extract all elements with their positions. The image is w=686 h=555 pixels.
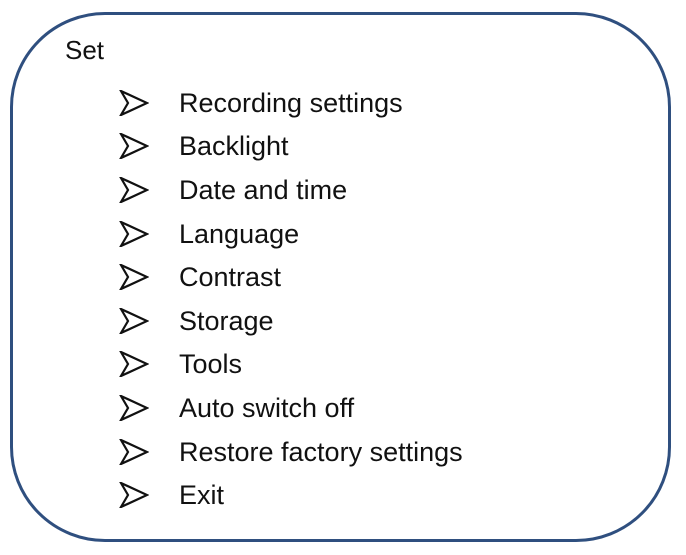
arrowhead-bullet-icon: [119, 264, 149, 291]
menu-item-recording-settings[interactable]: Recording settings: [119, 81, 463, 125]
arrowhead-bullet-icon: [119, 89, 149, 116]
arrowhead-bullet-icon: [119, 307, 149, 334]
arrowhead-bullet-icon: [119, 482, 149, 509]
arrowhead-bullet-icon: [119, 176, 149, 203]
menu-item-label: Date and time: [179, 174, 348, 205]
settings-menu-list: Recording settings Backlight Date and ti…: [119, 81, 463, 517]
menu-item-label: Storage: [179, 305, 274, 336]
menu-item-label: Auto switch off: [179, 392, 355, 423]
menu-item-contrast[interactable]: Contrast: [119, 255, 463, 299]
arrowhead-bullet-icon: [119, 394, 149, 421]
menu-item-date-and-time[interactable]: Date and time: [119, 168, 463, 212]
menu-item-label: Restore factory settings: [179, 436, 463, 467]
menu-item-auto-switch-off[interactable]: Auto switch off: [119, 386, 463, 430]
arrowhead-bullet-icon: [119, 351, 149, 378]
menu-item-label: Exit: [179, 480, 225, 511]
menu-item-label: Tools: [179, 349, 243, 380]
menu-item-tools[interactable]: Tools: [119, 343, 463, 387]
menu-item-storage[interactable]: Storage: [119, 299, 463, 343]
menu-item-backlight[interactable]: Backlight: [119, 125, 463, 169]
menu-item-language[interactable]: Language: [119, 212, 463, 256]
menu-item-label: Recording settings: [179, 87, 403, 118]
arrowhead-bullet-icon: [119, 133, 149, 160]
menu-title: Set: [65, 35, 105, 65]
settings-menu-panel: Set Recording settings Backlight Date an…: [10, 12, 671, 542]
arrowhead-bullet-icon: [119, 220, 149, 247]
arrowhead-bullet-icon: [119, 438, 149, 465]
menu-item-label: Language: [179, 218, 300, 249]
menu-item-restore-factory-settings[interactable]: Restore factory settings: [119, 430, 463, 474]
menu-item-exit[interactable]: Exit: [119, 473, 463, 517]
menu-item-label: Backlight: [179, 131, 289, 162]
menu-item-label: Contrast: [179, 262, 282, 293]
